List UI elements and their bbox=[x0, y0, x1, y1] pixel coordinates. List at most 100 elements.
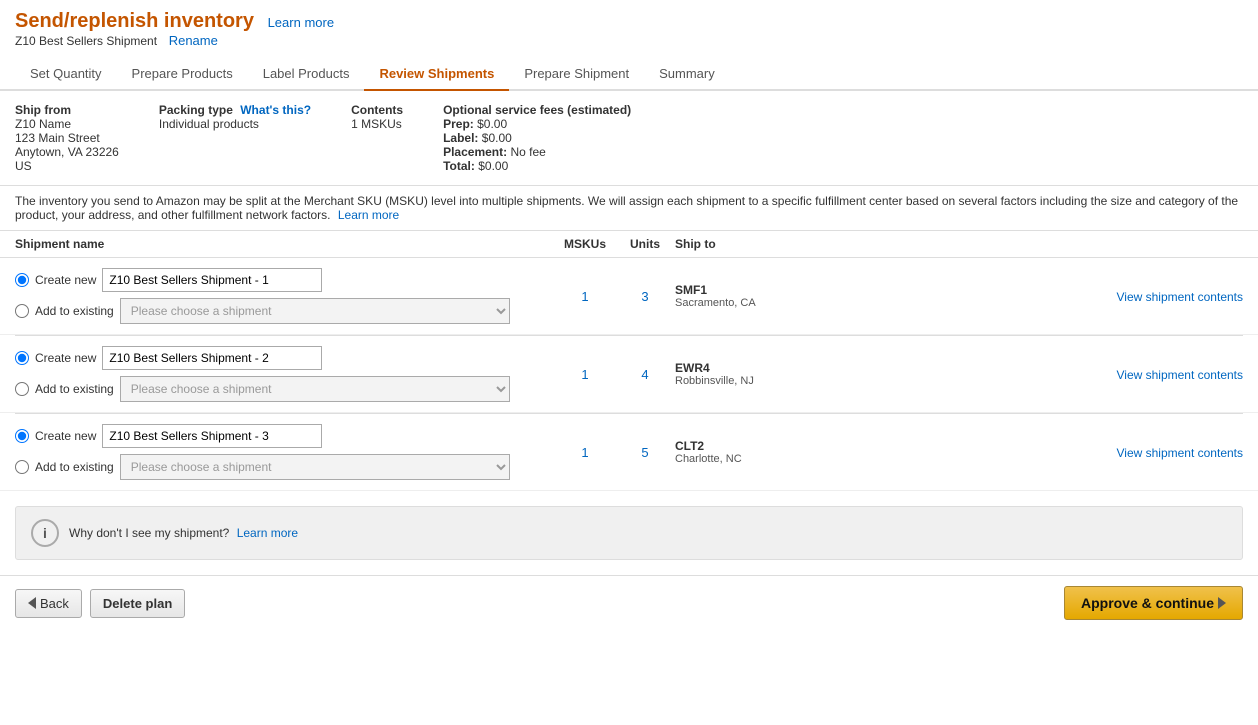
footer-left: Back Delete plan bbox=[15, 589, 185, 618]
mskus-value-2: 1 bbox=[581, 445, 588, 460]
create-new-radio-2[interactable] bbox=[15, 429, 29, 443]
info-section: Ship from Z10 Name 123 Main Street Anyto… bbox=[0, 91, 1258, 186]
approve-continue-button[interactable]: Approve & continue bbox=[1064, 586, 1243, 620]
action-col-2: View shipment contents bbox=[1083, 445, 1243, 460]
fees-total: Total: $0.00 bbox=[443, 159, 631, 173]
table-row: Create new Add to existing Please choose… bbox=[0, 336, 1258, 413]
tab-bar: Set Quantity Prepare Products Label Prod… bbox=[0, 58, 1258, 91]
mskus-col-0: 1 bbox=[555, 289, 615, 304]
create-new-label-1: Create new bbox=[35, 351, 96, 365]
shipment-dropdown-1[interactable]: Please choose a shipment bbox=[120, 376, 510, 402]
notice-learn-more-link[interactable]: Learn more bbox=[338, 208, 399, 222]
tab-prepare-products[interactable]: Prepare Products bbox=[117, 58, 248, 89]
add-existing-label-0: Add to existing bbox=[35, 304, 114, 318]
shipment-name-input-1[interactable] bbox=[102, 346, 322, 370]
shipto-col-2: CLT2 Charlotte, NC bbox=[675, 439, 1083, 465]
packing-label: Packing type What's this? bbox=[159, 103, 311, 117]
back-button[interactable]: Back bbox=[15, 589, 82, 618]
delete-plan-button[interactable]: Delete plan bbox=[90, 589, 185, 618]
create-new-label-0: Create new bbox=[35, 273, 96, 287]
tab-summary[interactable]: Summary bbox=[644, 58, 730, 89]
name-col-1: Create new Add to existing Please choose… bbox=[15, 346, 555, 402]
shipment-dropdown-2[interactable]: Please choose a shipment bbox=[120, 454, 510, 480]
add-existing-line-2: Add to existing Please choose a shipment bbox=[15, 454, 555, 480]
contents-label: Contents bbox=[351, 103, 403, 117]
ship-from-label: Ship from bbox=[15, 103, 119, 117]
tab-set-quantity[interactable]: Set Quantity bbox=[15, 58, 117, 89]
packing-value: Individual products bbox=[159, 117, 311, 131]
add-existing-radio-2[interactable] bbox=[15, 460, 29, 474]
units-col-0: 3 bbox=[615, 289, 675, 304]
info-box: i Why don't I see my shipment? Learn mor… bbox=[15, 506, 1243, 560]
subtitle: Z10 Best Sellers Shipment bbox=[15, 34, 157, 48]
col-header-shipto: Ship to bbox=[675, 237, 1243, 251]
contents-value: 1 MSKUs bbox=[351, 117, 403, 131]
dest-code-2: CLT2 bbox=[675, 439, 1083, 453]
add-existing-label-1: Add to existing bbox=[35, 382, 114, 396]
action-col-1: View shipment contents bbox=[1083, 367, 1243, 382]
shipment-dropdown-0[interactable]: Please choose a shipment bbox=[120, 298, 510, 324]
action-col-0: View shipment contents bbox=[1083, 289, 1243, 304]
units-value-0: 3 bbox=[641, 289, 648, 304]
create-new-line-1: Create new bbox=[15, 346, 555, 370]
shipment-name-input-2[interactable] bbox=[102, 424, 322, 448]
col-header-mskus: MSKUs bbox=[555, 237, 615, 251]
fees-placement: Placement: No fee bbox=[443, 145, 631, 159]
page-title: Send/replenish inventory bbox=[15, 10, 254, 32]
mskus-col-2: 1 bbox=[555, 445, 615, 460]
ship-from-address2: Anytown, VA 23226 bbox=[15, 145, 119, 159]
create-new-radio-1[interactable] bbox=[15, 351, 29, 365]
dest-city-1: Robbinsville, NJ bbox=[675, 375, 1083, 387]
approve-arrow-icon bbox=[1218, 597, 1226, 609]
table-row: Create new Add to existing Please choose… bbox=[0, 414, 1258, 491]
add-existing-line-1: Add to existing Please choose a shipment bbox=[15, 376, 555, 402]
mskus-col-1: 1 bbox=[555, 367, 615, 382]
dest-city-2: Charlotte, NC bbox=[675, 453, 1083, 465]
whats-this-link[interactable]: What's this? bbox=[240, 103, 311, 117]
footer: Back Delete plan Approve & continue bbox=[0, 575, 1258, 630]
units-col-1: 4 bbox=[615, 367, 675, 382]
info-box-learn-more[interactable]: Learn more bbox=[237, 526, 298, 540]
info-box-text: Why don't I see my shipment? Learn more bbox=[69, 526, 298, 540]
back-arrow-icon bbox=[28, 597, 36, 609]
learn-more-link[interactable]: Learn more bbox=[268, 15, 334, 30]
view-contents-link-0[interactable]: View shipment contents bbox=[1116, 290, 1243, 304]
packing-block: Packing type What's this? Individual pro… bbox=[159, 103, 311, 173]
view-contents-link-1[interactable]: View shipment contents bbox=[1116, 368, 1243, 382]
table-header: Shipment name MSKUs Units Ship to bbox=[0, 231, 1258, 258]
name-col-0: Create new Add to existing Please choose… bbox=[15, 268, 555, 324]
contents-block: Contents 1 MSKUs bbox=[351, 103, 403, 173]
create-new-line-2: Create new bbox=[15, 424, 555, 448]
dest-code-1: EWR4 bbox=[675, 361, 1083, 375]
create-new-line-0: Create new bbox=[15, 268, 555, 292]
info-icon: i bbox=[31, 519, 59, 547]
ship-from-country: US bbox=[15, 159, 119, 173]
units-value-2: 5 bbox=[641, 445, 648, 460]
notice-bar: The inventory you send to Amazon may be … bbox=[0, 186, 1258, 231]
col-header-units: Units bbox=[615, 237, 675, 251]
mskus-value-1: 1 bbox=[581, 367, 588, 382]
tab-prepare-shipment[interactable]: Prepare Shipment bbox=[509, 58, 644, 89]
mskus-value-0: 1 bbox=[581, 289, 588, 304]
ship-from-name: Z10 Name bbox=[15, 117, 119, 131]
col-header-name: Shipment name bbox=[15, 237, 555, 251]
create-new-label-2: Create new bbox=[35, 429, 96, 443]
create-new-radio-0[interactable] bbox=[15, 273, 29, 287]
dest-city-0: Sacramento, CA bbox=[675, 297, 1083, 309]
tab-review-shipments[interactable]: Review Shipments bbox=[364, 58, 509, 89]
shipto-col-1: EWR4 Robbinsville, NJ bbox=[675, 361, 1083, 387]
dest-code-0: SMF1 bbox=[675, 283, 1083, 297]
fees-label: Optional service fees (estimated) bbox=[443, 103, 631, 117]
units-col-2: 5 bbox=[615, 445, 675, 460]
fees-prep: Prep: $0.00 bbox=[443, 117, 631, 131]
shipment-name-input-0[interactable] bbox=[102, 268, 322, 292]
add-existing-radio-0[interactable] bbox=[15, 304, 29, 318]
add-existing-radio-1[interactable] bbox=[15, 382, 29, 396]
rename-link[interactable]: Rename bbox=[169, 33, 218, 48]
ship-from-address1: 123 Main Street bbox=[15, 131, 119, 145]
tab-label-products[interactable]: Label Products bbox=[248, 58, 365, 89]
shipto-col-0: SMF1 Sacramento, CA bbox=[675, 283, 1083, 309]
view-contents-link-2[interactable]: View shipment contents bbox=[1116, 446, 1243, 460]
units-value-1: 4 bbox=[641, 367, 648, 382]
shipment-rows: Create new Add to existing Please choose… bbox=[0, 258, 1258, 491]
